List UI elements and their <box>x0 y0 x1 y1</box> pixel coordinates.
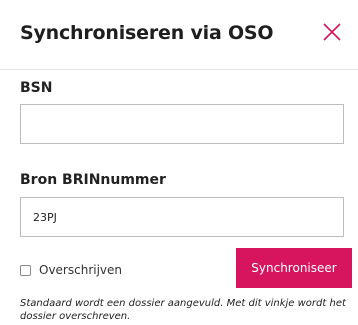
brin-input[interactable] <box>20 197 344 237</box>
overwrite-label: Overschrijven <box>39 263 123 277</box>
bsn-label: BSN <box>20 80 53 96</box>
bsn-input[interactable] <box>20 104 344 144</box>
dialog-header: Synchroniseren via OSO <box>0 0 358 70</box>
close-icon <box>323 23 341 41</box>
dialog-title: Synchroniseren via OSO <box>20 22 274 44</box>
synchronize-button[interactable]: Synchroniseer <box>236 248 352 288</box>
sync-dialog: Synchroniseren via OSO BSN Bron BRINnumm… <box>0 0 358 325</box>
checkbox-square[interactable] <box>20 264 31 276</box>
brin-label: Bron BRINnummer <box>20 172 166 188</box>
close-button[interactable] <box>320 20 344 44</box>
help-text: Standaard wordt een dossier aangevuld. M… <box>20 298 346 322</box>
overwrite-checkbox[interactable]: Overschrijven <box>20 262 122 278</box>
